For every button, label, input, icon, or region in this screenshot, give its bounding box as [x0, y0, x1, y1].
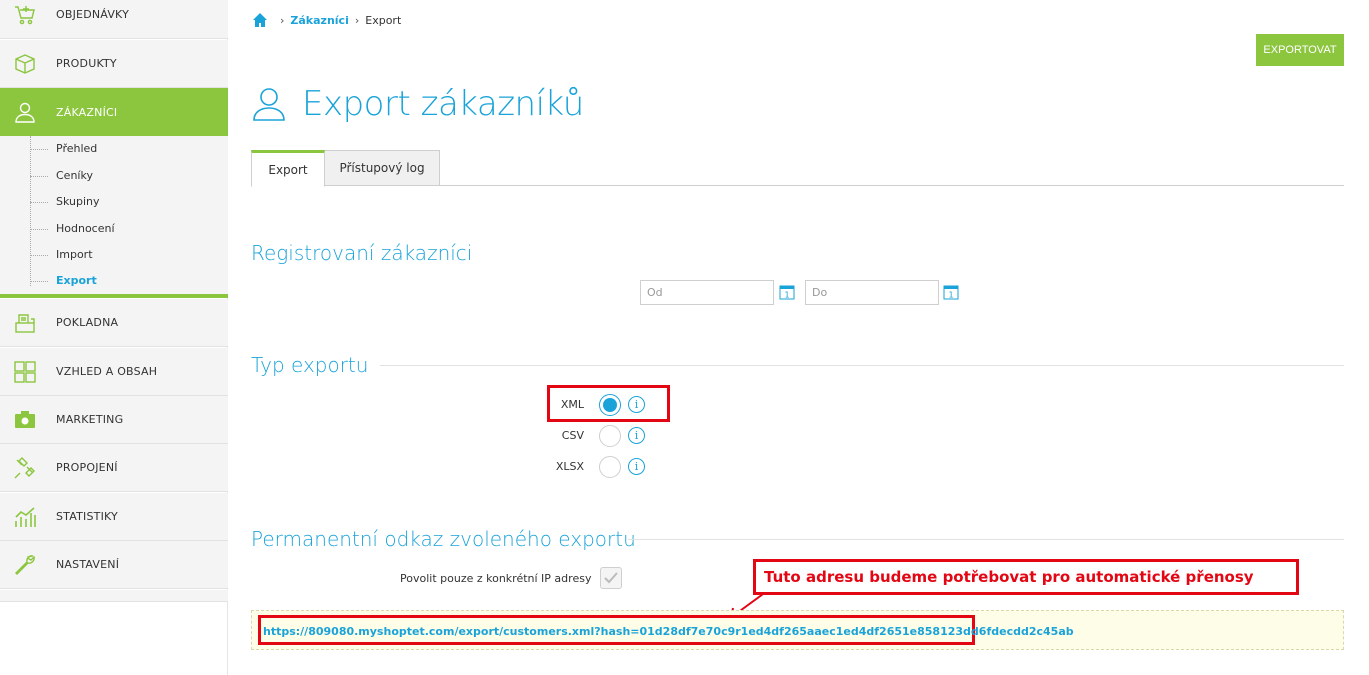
- calendar-icon[interactable]: 1: [779, 284, 795, 300]
- sidebar-item-orders[interactable]: OBJEDNÁVKY: [0, 0, 228, 39]
- sidebar-item-appearance[interactable]: VZHLED A OBSAH: [0, 348, 228, 396]
- plug-icon: [12, 455, 38, 481]
- svg-text:1: 1: [948, 291, 953, 300]
- section-title-registered: Registrovaní zákazníci: [251, 241, 473, 265]
- sidebar-item-label: ZÁKAZNÍCI: [56, 105, 118, 119]
- sidebar-footer: [0, 590, 228, 602]
- customers-submenu: Přehled Ceníky Skupiny Hodnocení Import …: [0, 136, 228, 298]
- divider: [380, 365, 1344, 366]
- user-icon: [12, 99, 38, 125]
- tab-access-log[interactable]: Přístupový log: [325, 150, 440, 186]
- sidebar: OBJEDNÁVKY PRODUKTY ZÁKAZNÍCI Přehled Ce…: [0, 0, 228, 675]
- home-icon[interactable]: [252, 12, 268, 28]
- radio-xml[interactable]: [599, 394, 621, 416]
- radio-label-xml: XML: [560, 398, 584, 411]
- date-to-field[interactable]: Do: [805, 280, 939, 305]
- ip-restriction-checkbox[interactable]: [600, 567, 622, 589]
- section-title-permalink: Permanentní odkaz zvoleného exportu: [251, 527, 636, 551]
- submenu-item-import[interactable]: Import: [30, 248, 93, 261]
- breadcrumb: › Zákazníci › Export: [252, 12, 401, 28]
- sidebar-item-label: NASTAVENÍ: [56, 558, 120, 571]
- sidebar-item-label: MARKETING: [56, 413, 124, 426]
- sidebar-item-label: OBJEDNÁVKY: [56, 8, 129, 21]
- tab-export[interactable]: Export: [251, 150, 325, 187]
- divider: [628, 539, 1344, 540]
- sidebar-item-label: PRODUKTY: [56, 57, 117, 70]
- breadcrumb-current: Export: [365, 13, 402, 27]
- info-icon[interactable]: i: [628, 427, 645, 444]
- submenu-item-pricelists[interactable]: Ceníky: [30, 169, 93, 182]
- info-icon[interactable]: i: [628, 458, 645, 475]
- page-title: Export zákazníků: [302, 84, 584, 124]
- layout-icon: [12, 359, 38, 385]
- tab-bar: Export Přístupový log: [251, 150, 1344, 187]
- sidebar-item-marketing[interactable]: MARKETING: [0, 396, 228, 444]
- wrench-icon: [12, 552, 38, 578]
- submenu-item-groups[interactable]: Skupiny: [30, 195, 100, 208]
- submenu-tree-line: [30, 136, 31, 286]
- box-icon: [12, 51, 38, 77]
- export-button[interactable]: EXPORTOVAT: [1256, 34, 1344, 66]
- radio-label-xlsx: XLSX: [555, 460, 584, 473]
- cash-register-icon: [12, 310, 38, 336]
- sidebar-item-statistics[interactable]: STATISTIKY: [0, 493, 228, 541]
- section-title-export-type: Typ exportu: [251, 353, 369, 377]
- cart-icon: [12, 2, 38, 28]
- radio-xlsx[interactable]: [599, 456, 621, 478]
- check-icon: [604, 572, 618, 584]
- sidebar-item-label: PROPOJENÍ: [56, 461, 118, 474]
- sidebar-item-connections[interactable]: PROPOJENÍ: [0, 444, 228, 492]
- breadcrumb-separator: ›: [280, 13, 285, 27]
- info-icon[interactable]: i: [628, 396, 645, 413]
- breadcrumb-customers[interactable]: Zákazníci: [290, 14, 348, 27]
- calendar-icon[interactable]: 1: [943, 284, 959, 300]
- svg-text:1: 1: [784, 291, 789, 300]
- sidebar-item-label: STATISTIKY: [56, 510, 118, 523]
- date-from-field[interactable]: Od: [640, 280, 774, 305]
- sidebar-item-pos[interactable]: POKLADNA: [0, 299, 228, 347]
- radio-label-csv: CSV: [561, 429, 584, 442]
- breadcrumb-separator: ›: [354, 13, 360, 27]
- annotation-callout: Tuto adresu budeme potřebovat pro automa…: [753, 559, 1299, 595]
- sidebar-item-label: VZHLED A OBSAH: [56, 365, 158, 378]
- stats-icon: [12, 504, 38, 530]
- sidebar-item-customers[interactable]: ZÁKAZNÍCI: [0, 88, 228, 143]
- user-icon: [253, 88, 285, 121]
- submenu-item-export[interactable]: Export: [30, 274, 97, 287]
- ip-restriction-label: Povolit pouze z konkrétní IP adresy: [400, 572, 592, 585]
- submenu-item-overview[interactable]: Přehled: [30, 142, 97, 155]
- sidebar-item-settings[interactable]: NASTAVENÍ: [0, 541, 228, 589]
- radio-csv[interactable]: [599, 425, 621, 447]
- permalink-url[interactable]: https://809080.myshoptet.com/export/cust…: [263, 625, 1074, 638]
- submenu-item-reviews[interactable]: Hodnocení: [30, 222, 115, 235]
- megaphone-icon: [12, 407, 38, 433]
- sidebar-item-label: POKLADNA: [56, 316, 119, 329]
- sidebar-item-products[interactable]: PRODUKTY: [0, 40, 228, 88]
